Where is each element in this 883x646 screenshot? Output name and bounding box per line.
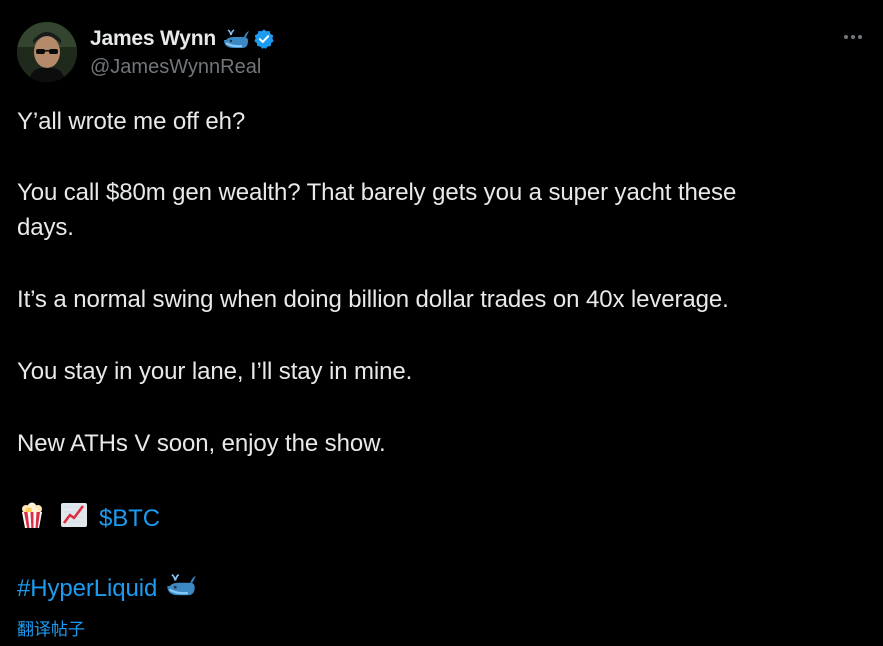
tweet-text-line: You stay in your lane, I’ll stay in mine… — [17, 358, 413, 385]
avatar[interactable] — [17, 22, 77, 82]
author-handle[interactable]: @JamesWynnReal — [90, 56, 261, 79]
author-name-row[interactable]: James Wynn — [90, 25, 275, 53]
whale-emoji-icon — [222, 28, 250, 50]
author-display-name[interactable]: James Wynn — [90, 27, 216, 51]
verified-badge-icon — [253, 28, 275, 50]
hashtag-link[interactable]: #HyperLiquid — [17, 575, 157, 603]
more-options-icon — [844, 35, 848, 39]
more-options-dot — [858, 35, 862, 39]
tweet-emoji-cashtag-line: $BTC — [17, 500, 160, 537]
tweet-text-line: Y’all wrote me off eh? — [17, 108, 246, 135]
tweet-text-line: It’s a normal swing when doing billion d… — [17, 286, 729, 313]
translate-post-link[interactable]: 翻译帖子 — [17, 615, 85, 640]
tweet-text-line: You call $80m gen wealth? That barely ge… — [17, 179, 737, 206]
tweet-card: James Wynn @JamesWynnReal Y’all wrote me… — [0, 0, 883, 646]
tweet-text-line: New ATHs V soon, enjoy the show. — [17, 430, 386, 457]
tweet-text-line: days. — [17, 214, 74, 241]
avatar-image — [17, 22, 77, 82]
chart-increasing-emoji-icon — [59, 500, 89, 537]
more-options-button[interactable] — [836, 24, 870, 50]
tweet-hashtag-line: #HyperLiquid — [17, 572, 197, 605]
popcorn-emoji-icon — [17, 500, 47, 537]
whale-emoji-icon — [165, 572, 197, 605]
more-options-dot — [851, 35, 855, 39]
cashtag-link[interactable]: $BTC — [99, 505, 160, 533]
